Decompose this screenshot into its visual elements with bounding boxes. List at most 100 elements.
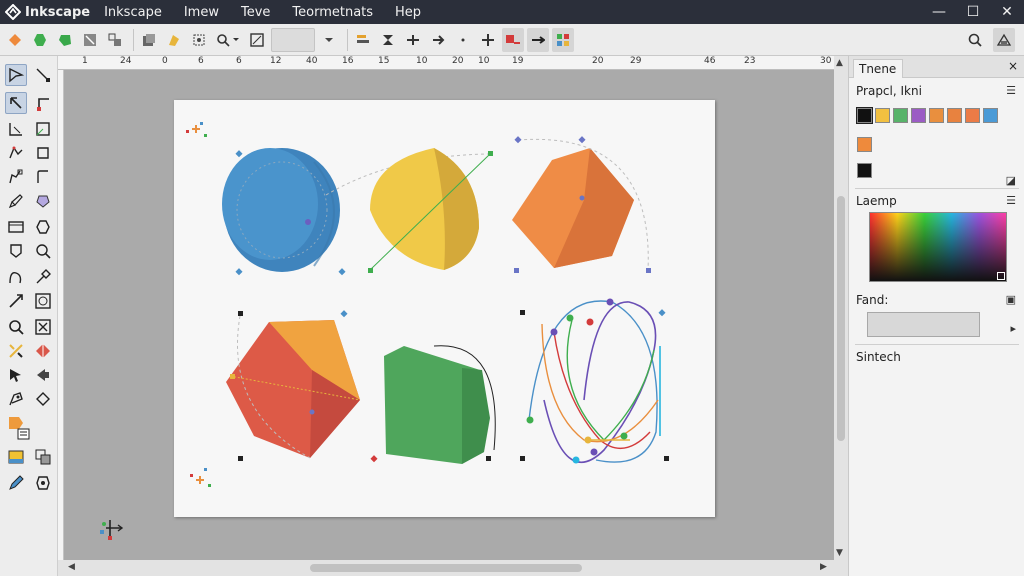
drawing-canvas[interactable]	[64, 70, 834, 560]
menu-hep[interactable]: Hep	[395, 5, 421, 20]
note-icon[interactable]	[13, 424, 35, 446]
eraser-tool-icon[interactable]	[32, 340, 54, 362]
text-tool-icon[interactable]	[32, 216, 54, 238]
red-pentagon-shape[interactable]	[226, 310, 361, 461]
mesh-tool-icon[interactable]	[32, 290, 54, 312]
color-swatch[interactable]	[856, 107, 873, 124]
copy-tool-icon[interactable]	[32, 446, 54, 468]
horizontal-ruler[interactable]: 1 24 0 6 6 12 40 16 15 10 20 10 19 20 29…	[58, 56, 834, 70]
line-arrow-icon[interactable]	[527, 27, 549, 52]
expand-icon[interactable]: ◪	[1006, 174, 1016, 187]
color-picker-gradient[interactable]	[869, 212, 1007, 282]
select-all-icon[interactable]	[79, 28, 101, 52]
plus-icon[interactable]	[477, 28, 499, 52]
scroll-left-icon[interactable]: ◀	[68, 562, 75, 572]
3d-box-tool-icon[interactable]	[5, 142, 27, 164]
star-tool-icon[interactable]	[5, 166, 27, 188]
stamp-tool-icon[interactable]	[32, 472, 54, 494]
edit-pen-tool-icon[interactable]	[5, 472, 27, 494]
tweak-tool-icon[interactable]	[5, 92, 27, 114]
node-icon[interactable]	[402, 28, 424, 52]
color-swatch[interactable]	[983, 108, 998, 123]
orange-hexagon-shape[interactable]	[512, 136, 651, 273]
chevron-down-icon[interactable]	[318, 28, 340, 52]
minimize-button[interactable]: —	[922, 0, 956, 24]
maximize-button[interactable]: ☐	[956, 0, 990, 24]
pen-nib-tool-icon[interactable]	[5, 388, 27, 410]
spiral-tool-icon[interactable]	[32, 166, 54, 188]
color-swatch[interactable]	[875, 108, 890, 123]
rect-tool-icon[interactable]	[32, 118, 54, 140]
blue-sphere-shape[interactable]	[222, 148, 346, 276]
grid-snap-icon[interactable]	[552, 27, 574, 52]
connector-tool-icon[interactable]	[5, 290, 27, 312]
recent-color-swatch[interactable]	[857, 137, 872, 152]
style-dropdown[interactable]	[271, 27, 315, 52]
color-swatch[interactable]	[911, 108, 926, 123]
close-dock-icon[interactable]: ×	[1008, 59, 1018, 73]
bezier-tool-icon[interactable]	[5, 266, 27, 288]
magnifier-tool-icon[interactable]	[32, 240, 54, 262]
orange-diamond-icon[interactable]	[4, 28, 26, 52]
dropper-tool-icon[interactable]	[32, 316, 54, 338]
menu-teve[interactable]: Teve	[241, 5, 270, 20]
menu-inkscape[interactable]: Inkscape	[104, 5, 162, 20]
paint-bucket-tool-icon[interactable]	[5, 340, 27, 362]
arrow-right-icon[interactable]	[427, 28, 449, 52]
vertical-scrollbar[interactable]: ▲ ▼	[834, 56, 848, 560]
align-icon[interactable]	[352, 28, 374, 52]
red-node-icon[interactable]	[502, 27, 524, 52]
ellipse-tool-icon[interactable]	[32, 142, 54, 164]
horizontal-scroll-thumb[interactable]	[310, 564, 582, 572]
green-shape-icon[interactable]	[54, 28, 76, 52]
search-icon[interactable]	[964, 28, 986, 52]
group-icon[interactable]	[104, 28, 126, 52]
picker-handle-icon[interactable]	[997, 272, 1005, 280]
scroll-right-icon[interactable]: ▶	[820, 562, 827, 572]
fill-arrow-icon[interactable]: ▸	[1010, 322, 1016, 335]
zoom-dropdown-icon[interactable]	[213, 28, 243, 52]
gradient-tool-icon[interactable]	[5, 316, 27, 338]
horizontal-scrollbar[interactable]: ◀ ▶	[58, 560, 848, 576]
flip-vertical-icon[interactable]	[377, 28, 399, 52]
color-swatch[interactable]	[929, 108, 944, 123]
scroll-up-icon[interactable]: ▲	[836, 58, 843, 68]
yellow-lens-shape[interactable]	[368, 148, 493, 273]
green-hexagon-icon[interactable]	[29, 28, 51, 52]
menu-imew[interactable]: Imew	[184, 5, 219, 20]
menu-teormetnats[interactable]: Teormetnats	[292, 5, 373, 20]
pointer-tool-icon[interactable]	[5, 364, 27, 386]
raise-icon[interactable]	[138, 28, 160, 52]
measure-tool-icon[interactable]	[5, 118, 27, 140]
pencil-tool-icon[interactable]	[5, 190, 27, 212]
zoom-tool-icon[interactable]	[32, 92, 54, 114]
transform-icon[interactable]	[188, 28, 210, 52]
close-button[interactable]: ✕	[990, 0, 1024, 24]
rectangle-icon[interactable]	[246, 28, 268, 52]
gradient-menu-icon[interactable]: ☰	[1006, 194, 1016, 207]
calligraphy-tool-icon[interactable]	[5, 216, 27, 238]
fill-icon[interactable]	[163, 28, 185, 52]
select-tool-icon[interactable]	[5, 64, 27, 86]
fill-toggle-icon[interactable]: ▣	[1006, 293, 1016, 306]
pen-tool-icon[interactable]	[32, 190, 54, 212]
menu-icon[interactable]: ☰	[1006, 84, 1016, 97]
fill-stroke-tool-icon[interactable]	[5, 446, 27, 468]
settings-icon[interactable]	[993, 28, 1015, 52]
dot-icon[interactable]	[452, 28, 474, 52]
spray-tool-icon[interactable]	[5, 240, 27, 262]
brush-tool-icon[interactable]	[32, 266, 54, 288]
lpe-tool-icon[interactable]	[32, 364, 54, 386]
node-tool-icon[interactable]	[32, 64, 54, 86]
vertical-scroll-thumb[interactable]	[837, 196, 845, 441]
green-cube-shape[interactable]	[370, 345, 496, 464]
scroll-down-icon[interactable]: ▼	[836, 548, 843, 558]
recent-color-swatch[interactable]	[857, 163, 872, 178]
color-swatch[interactable]	[965, 108, 980, 123]
tag-tool-icon[interactable]	[32, 388, 54, 410]
dock-tab[interactable]: Tnene	[853, 59, 903, 78]
fill-preview[interactable]	[867, 312, 980, 337]
color-swatch[interactable]	[947, 108, 962, 123]
bezier-curves-shape[interactable]	[520, 298, 669, 464]
color-swatch[interactable]	[893, 108, 908, 123]
